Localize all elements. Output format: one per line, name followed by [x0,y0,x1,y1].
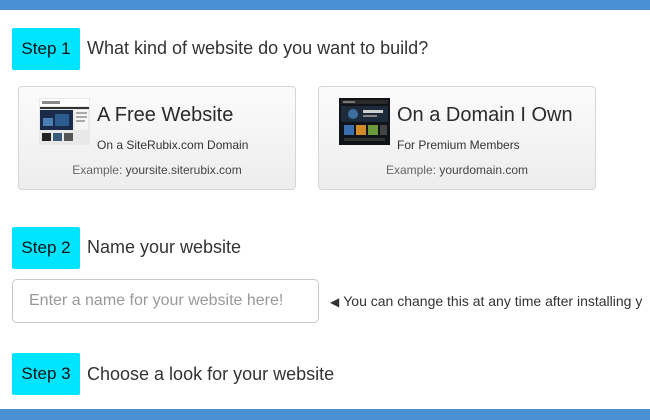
example-label: Example: [72,163,123,177]
arrow-left-icon: ◀ [330,295,340,309]
example-value: yourdomain.com [439,163,529,177]
step-3-title: Choose a look for your website [87,364,335,384]
step-2-title: Name your website [87,237,242,257]
domain-site-thumbnail-icon [339,98,390,145]
free-website-subtitle: On a SiteRubix.com Domain [97,138,249,152]
step-1-title: What kind of website do you want to buil… [87,38,429,58]
hint-text: You can change this at any time after in… [343,293,643,309]
free-website-option[interactable]: A Free Website On a SiteRubix.com Domain… [18,86,296,190]
step-1-badge: Step 1 [12,28,80,70]
free-website-title: A Free Website [97,104,234,126]
step-2-badge: Step 2 [12,227,80,269]
step-3-badge: Step 3 [12,353,80,395]
example-value: yoursite.siterubix.com [125,163,242,177]
own-domain-title: On a Domain I Own [397,104,573,126]
bottom-accent-bar [0,409,650,420]
website-name-input[interactable] [12,279,319,323]
top-accent-bar [0,0,650,10]
example-label: Example: [385,163,436,177]
free-website-example: Example: yoursite.siterubix.com [19,163,295,177]
own-domain-subtitle: For Premium Members [397,138,520,152]
name-change-hint: ◀ You can change this at any time after i… [330,293,642,309]
free-site-thumbnail-icon [39,98,90,145]
own-domain-option[interactable]: On a Domain I Own For Premium Members Ex… [318,86,596,190]
own-domain-example: Example: yourdomain.com [319,163,595,177]
